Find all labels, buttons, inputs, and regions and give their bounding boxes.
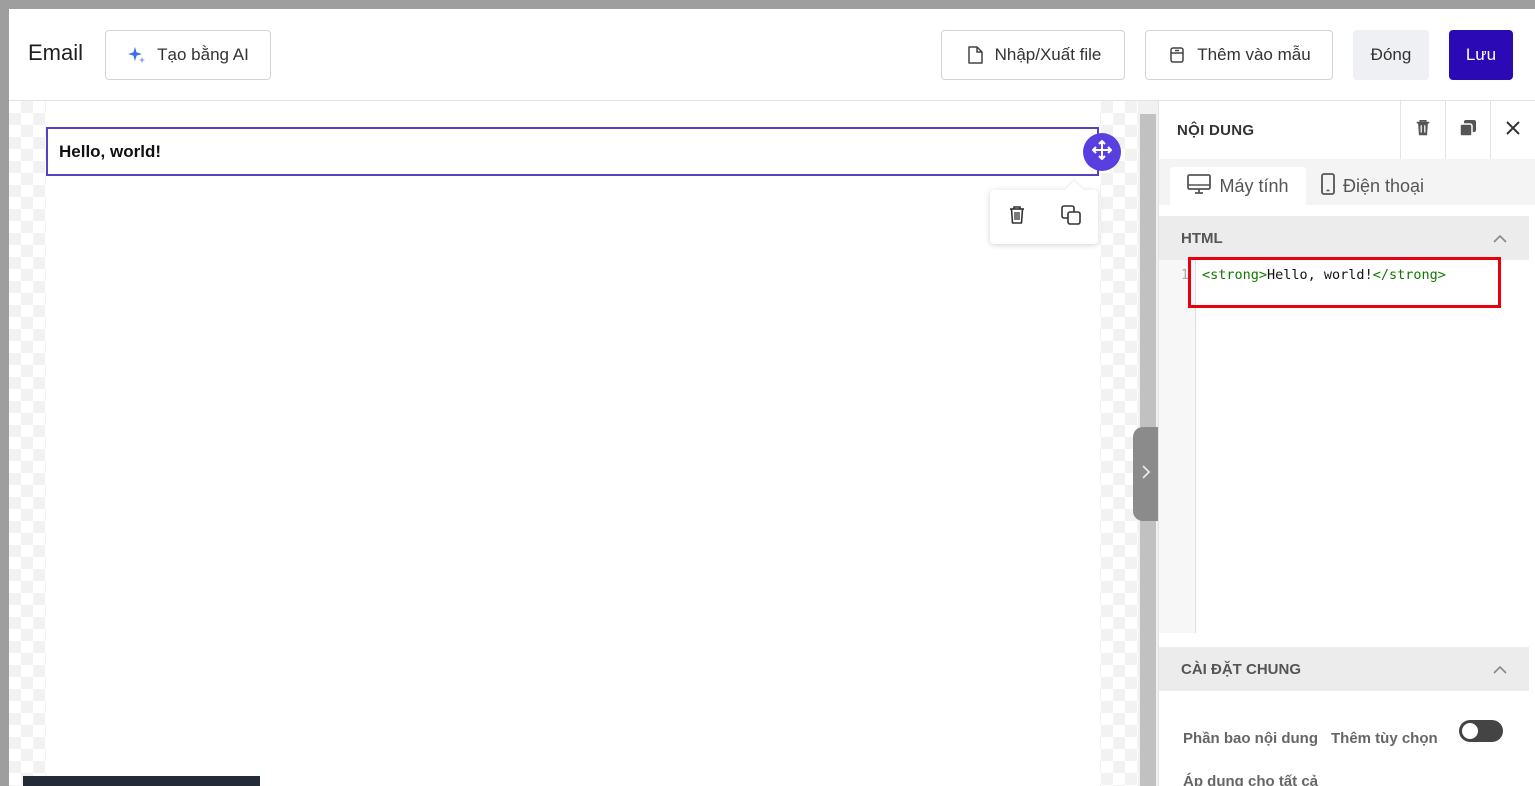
move-icon [1091, 139, 1113, 166]
add-to-template-label: Thêm vào mẫu [1197, 45, 1311, 64]
html-section-title: HTML [1181, 229, 1223, 247]
add-option-toggle[interactable] [1459, 720, 1503, 742]
code-gutter: 1 [1159, 260, 1196, 633]
highlight-annotation-box [1188, 257, 1501, 308]
add-to-template-button[interactable]: Thêm vào mẫu [1145, 30, 1333, 80]
tab-desktop[interactable]: Máy tính [1170, 167, 1306, 205]
email-canvas: Hello, world! [9, 101, 1138, 786]
file-icon [965, 45, 985, 65]
tab-mobile[interactable]: Điện thoại [1321, 167, 1451, 205]
email-body [46, 101, 1100, 786]
chevron-right-icon [1141, 464, 1151, 485]
block-duplicate-button[interactable] [1057, 203, 1085, 231]
email-editor-modal: Email Tạo bằng AI Nhập/Xuất file Thêm và… [9, 9, 1535, 786]
desktop-icon [1187, 173, 1212, 199]
panel-title: NỘI DUNG [1177, 122, 1255, 139]
device-tabs: Máy tính Điện thoại [1159, 159, 1535, 205]
text-block-content: Hello, world! [59, 141, 161, 161]
content-wrapper-label: Phần bao nội dung [1183, 729, 1318, 747]
close-icon [1505, 120, 1521, 141]
template-box-icon [1167, 45, 1187, 65]
selected-text-block[interactable]: Hello, world! [46, 127, 1099, 176]
add-option-label: Thêm tùy chọn [1331, 729, 1438, 747]
block-toolbar [990, 190, 1098, 244]
save-button[interactable]: Lưu [1449, 30, 1513, 80]
panel-header: NỘI DUNG [1159, 101, 1535, 160]
general-settings-header[interactable]: CÀI ĐẶT CHUNG [1159, 647, 1529, 691]
mobile-icon [1321, 172, 1335, 200]
import-export-label: Nhập/Xuất file [994, 45, 1102, 64]
ai-generate-label: Tạo bằng AI [157, 45, 249, 64]
move-handle[interactable] [1083, 133, 1121, 171]
html-code-editor[interactable]: 1 <strong>Hello, world!</strong> [1159, 260, 1529, 633]
panel-delete-button[interactable] [1400, 101, 1445, 159]
apply-all-label: Áp dụng cho tất cả [1183, 773, 1318, 786]
sparkle-icon [127, 45, 147, 65]
general-settings-title: CÀI ĐẶT CHUNG [1181, 660, 1301, 678]
tab-desktop-label: Máy tính [1219, 175, 1289, 196]
email-footer-bar [23, 776, 260, 786]
chevron-up-icon [1493, 661, 1507, 678]
duplicate-icon [1458, 118, 1478, 143]
trash-icon [1414, 118, 1432, 143]
toggle-knob [1462, 723, 1478, 739]
editor-header: Email Tạo bằng AI Nhập/Xuất file Thêm và… [9, 9, 1535, 101]
collapse-panel-tab[interactable] [1133, 427, 1159, 521]
save-button-label: Lưu [1465, 45, 1497, 64]
block-delete-button[interactable] [1003, 203, 1031, 231]
close-button-label: Đóng [1370, 45, 1412, 64]
html-section-header[interactable]: HTML [1159, 216, 1529, 260]
editor-title: Email [28, 40, 84, 65]
import-export-button[interactable]: Nhập/Xuất file [941, 30, 1125, 80]
panel-duplicate-button[interactable] [1445, 101, 1490, 159]
tab-mobile-label: Điện thoại [1343, 175, 1425, 196]
ai-generate-button[interactable]: Tạo bằng AI [105, 30, 271, 80]
trash-icon [1007, 204, 1027, 231]
chevron-up-icon [1493, 230, 1507, 247]
settings-panel: NỘI DUNG Máy tính Điện thoại HTML 1 <str… [1158, 101, 1535, 786]
panel-close-button[interactable] [1490, 101, 1535, 159]
close-button[interactable]: Đóng [1353, 30, 1429, 80]
duplicate-icon [1060, 204, 1082, 231]
